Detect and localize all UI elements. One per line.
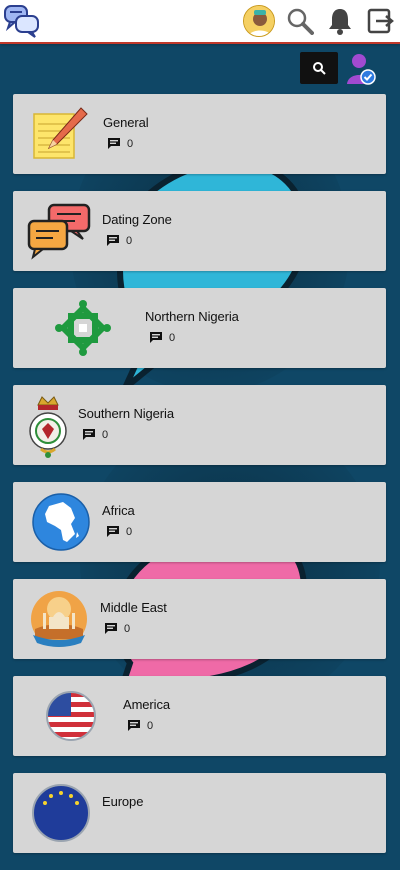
post-count: 0 <box>107 137 133 150</box>
category-title[interactable]: Southern Nigeria <box>78 406 174 421</box>
post-count-value: 0 <box>124 622 131 635</box>
category-title[interactable]: Africa <box>102 503 135 518</box>
chat-icon <box>108 138 120 149</box>
category-card-dating-zone[interactable]: Dating Zone 0 <box>13 191 386 271</box>
category-title[interactable]: America <box>123 697 170 712</box>
post-count: 0 <box>104 622 130 635</box>
category-title[interactable]: Middle East <box>100 600 167 615</box>
chat-bubbles-icon <box>27 201 91 261</box>
africa-globe-icon <box>31 492 91 552</box>
search-button[interactable] <box>300 52 338 84</box>
post-count: 0 <box>106 234 132 247</box>
us-flag-badge-icon <box>45 686 97 746</box>
middle-east-landscape-icon <box>29 589 89 649</box>
profile-avatar[interactable] <box>243 5 275 37</box>
category-title[interactable]: Europe <box>102 794 143 809</box>
category-card-africa[interactable]: Africa 0 <box>13 482 386 562</box>
eu-flag-badge-icon <box>31 783 91 843</box>
post-count-value: 0 <box>126 525 133 538</box>
search-icon <box>313 62 326 75</box>
chat-icon <box>83 429 95 440</box>
category-card-northern-nigeria[interactable]: Northern Nigeria 0 <box>13 288 386 368</box>
category-card-middle-east[interactable]: Middle East 0 <box>13 579 386 659</box>
category-title[interactable]: Northern Nigeria <box>145 309 239 324</box>
chat-icon <box>107 526 119 537</box>
category-card-general[interactable]: General 0 <box>13 94 386 174</box>
category-title[interactable]: General <box>103 115 149 130</box>
post-count: 0 <box>149 331 175 344</box>
top-navigation-bar <box>0 0 400 44</box>
post-count: 0 <box>127 719 153 732</box>
post-count-value: 0 <box>147 719 154 732</box>
chat-icon <box>150 332 162 343</box>
chat-icon <box>107 235 119 246</box>
coat-of-arms-icon <box>25 395 71 458</box>
post-count-value: 0 <box>126 234 133 247</box>
chat-bubbles-logo-icon[interactable] <box>4 4 40 38</box>
notepad-pencil-icon <box>29 104 89 164</box>
post-count-value: 0 <box>169 331 176 344</box>
chat-icon <box>128 720 140 731</box>
search-icon[interactable] <box>284 5 316 37</box>
logout-icon[interactable] <box>364 5 396 37</box>
category-title[interactable]: Dating Zone <box>102 212 172 227</box>
post-count: 0 <box>106 525 132 538</box>
category-card-southern-nigeria[interactable]: Southern Nigeria 0 <box>13 385 386 465</box>
verified-user-icon[interactable] <box>346 52 376 86</box>
post-count-value: 0 <box>102 428 109 441</box>
bell-icon[interactable] <box>324 5 356 37</box>
category-card-america[interactable]: America 0 <box>13 676 386 756</box>
category-list: General 0 Dating Zone 0 Northern Nigeria… <box>13 94 386 870</box>
category-card-europe[interactable]: Europe <box>13 773 386 853</box>
chat-icon <box>105 623 117 634</box>
green-knot-emblem-icon <box>53 298 113 358</box>
post-count: 0 <box>82 428 108 441</box>
post-count-value: 0 <box>127 137 134 150</box>
